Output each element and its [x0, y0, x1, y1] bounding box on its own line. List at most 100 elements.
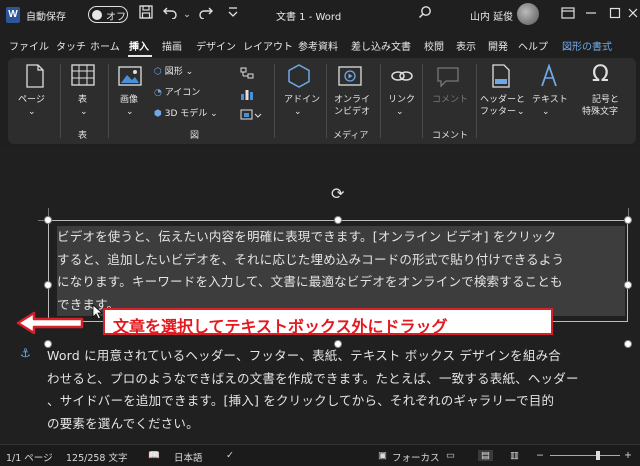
table-button-label[interactable]: 表 [78, 94, 87, 106]
link-icon[interactable] [390, 66, 414, 90]
word-count[interactable]: 125/258 文字 [66, 450, 128, 464]
symbols-label-2[interactable]: 特殊文字 [582, 106, 618, 118]
read-mode-icon[interactable]: ▭ [446, 450, 455, 461]
media-group-label: メディア [333, 131, 369, 141]
images-button-label[interactable]: 画像 [120, 94, 138, 106]
text-line: Word に用意されているヘッダー、フッター、表紙、テキスト ボックス デザイン… [47, 348, 561, 363]
search-icon[interactable] [416, 5, 434, 25]
tab-insert[interactable]: 挿入 [129, 38, 149, 53]
page-dropdown-icon[interactable]: ⌄ [28, 106, 36, 118]
images-icon[interactable] [118, 66, 142, 90]
zoom-out-icon[interactable]: − [536, 450, 544, 461]
focus-mode[interactable]: フォーカス [392, 450, 440, 464]
page-icon[interactable] [25, 64, 45, 92]
3d-models-button[interactable]: ⬢ 3D モデル ⌄ [154, 106, 218, 119]
smartart-icon[interactable] [240, 64, 254, 83]
tab-mailings[interactable]: 差し込み文書 [351, 38, 411, 53]
resize-handle[interactable] [334, 216, 342, 224]
status-bar: 1/1 ページ 125/258 文字 📖 日本語 ✓ ▣ フォーカス ▭ ▤ ▥… [0, 444, 640, 466]
autosave-state: オフ [106, 12, 126, 23]
page-count[interactable]: 1/1 ページ [6, 450, 53, 464]
undo-dropdown-icon[interactable]: ⌄ [182, 5, 192, 25]
focus-icon[interactable]: ▣ [378, 450, 387, 461]
save-icon[interactable] [137, 5, 155, 25]
body-paragraph[interactable]: Word に用意されているヘッダー、フッター、表紙、テキスト ボックス デザイン… [47, 345, 627, 436]
comment-button-label: コメント [432, 95, 469, 105]
text-button-label[interactable]: テキスト [532, 94, 568, 106]
shapes-button[interactable]: ⬡ 図形 ⌄ [154, 64, 193, 77]
book-icon[interactable]: 📖 [148, 450, 160, 461]
tab-review[interactable]: 校閲 [424, 38, 444, 53]
online-video-label-2[interactable]: ンビデオ [334, 106, 370, 118]
close-icon[interactable] [626, 5, 640, 25]
red-arrow-left-icon [16, 311, 86, 339]
link-button-label[interactable]: リンク [388, 94, 415, 106]
images-dropdown-icon[interactable]: ⌄ [126, 106, 134, 118]
tab-design[interactable]: デザイン [196, 38, 236, 53]
table-group-label: 表 [78, 131, 88, 141]
ribbon-panel: ページ ⌄ 表 ⌄ 表 画像 ⌄ ⬡ 図形 ⌄ ◔ アイコン ⬢ 3D モデル … [8, 58, 636, 144]
maximize-icon[interactable] [608, 5, 622, 25]
ribbon-display-icon[interactable] [560, 5, 576, 25]
accessibility-icon[interactable]: ✓ [226, 450, 234, 461]
table-icon[interactable] [71, 64, 95, 90]
tab-draw[interactable]: 描画 [162, 38, 182, 53]
avatar[interactable] [517, 3, 539, 25]
addins-dropdown-icon[interactable]: ⌄ [294, 106, 302, 118]
document-title: 文書 1 - Word [276, 12, 342, 23]
illustrations-group-label: 図 [190, 131, 200, 141]
icons-button[interactable]: ◔ アイコン [154, 85, 200, 98]
ribbon-separator [422, 64, 423, 138]
zoom-slider-thumb[interactable] [596, 451, 600, 460]
header-footer-dropdown-icon[interactable]: ⌄ [517, 106, 525, 118]
instruction-callout: 文章を選択してテキストボックス外にドラッグ [103, 308, 553, 336]
tab-help[interactable]: ヘルプ [518, 38, 548, 53]
addins-icon[interactable] [288, 64, 310, 92]
web-layout-icon[interactable]: ▥ [510, 450, 519, 461]
header-footer-label-1[interactable]: ヘッダーと [480, 94, 525, 106]
resize-handle[interactable] [624, 281, 632, 289]
text-icon[interactable] [538, 63, 560, 92]
zoom-in-icon[interactable]: + [624, 450, 632, 461]
page-button-label[interactable]: ページ [18, 94, 45, 106]
online-video-label-1[interactable]: オンライ [334, 94, 370, 106]
text-dropdown-icon[interactable]: ⌄ [542, 106, 550, 118]
symbols-label-1[interactable]: 記号と [592, 94, 619, 106]
tab-touch[interactable]: タッチ [56, 38, 86, 53]
tab-developer[interactable]: 開発 [488, 38, 508, 53]
user-name[interactable]: 山内 延俊 [470, 8, 513, 23]
omega-symbol-icon[interactable]: Ω [592, 62, 609, 87]
selected-paragraph[interactable]: ビデオを使うと、伝えたい内容を明確に表現できます。[オンライン ビデオ] をクリ… [57, 226, 625, 317]
table-dropdown-icon[interactable]: ⌄ [80, 106, 88, 118]
rotate-handle-icon[interactable]: ⟳ [331, 184, 344, 203]
resize-handle[interactable] [44, 281, 52, 289]
zoom-slider[interactable] [550, 455, 620, 456]
comment-icon [436, 66, 460, 92]
callout-text: 文章を選択してテキストボックス外にドラッグ [113, 317, 448, 336]
document-canvas[interactable]: ⟳ ビデオを使うと、伝えたい内容を明確に表現できます。[オンライン ビデオ] を… [0, 148, 640, 444]
language[interactable]: 日本語 [174, 450, 203, 464]
undo-icon[interactable] [162, 5, 180, 25]
tab-view[interactable]: 表示 [456, 38, 476, 53]
word-logo-icon: W [6, 7, 20, 23]
resize-handle[interactable] [624, 216, 632, 224]
tab-layout[interactable]: レイアウト [243, 38, 293, 53]
link-dropdown-icon[interactable]: ⌄ [396, 106, 404, 118]
header-footer-label-2[interactable]: フッター [480, 106, 516, 118]
redo-icon[interactable] [196, 5, 214, 25]
minimize-icon[interactable] [584, 5, 598, 25]
autosave-toggle[interactable]: オフ [88, 6, 128, 23]
screenshot-icon[interactable] [240, 106, 262, 125]
tab-file[interactable]: ファイル [9, 38, 49, 53]
print-layout-icon[interactable]: ▤ [478, 450, 493, 461]
quick-access-customize-icon[interactable] [224, 5, 242, 25]
chart-icon[interactable] [240, 85, 254, 104]
tab-home[interactable]: ホーム [90, 38, 120, 53]
tab-references[interactable]: 参考資料 [298, 38, 338, 53]
online-video-icon[interactable] [338, 66, 362, 90]
header-footer-icon[interactable] [492, 64, 510, 92]
tab-shape-format[interactable]: 図形の書式 [562, 38, 612, 53]
anchor-icon[interactable]: ⚓ [20, 346, 31, 360]
addins-button-label[interactable]: アドイン [284, 94, 320, 106]
resize-handle[interactable] [44, 216, 52, 224]
